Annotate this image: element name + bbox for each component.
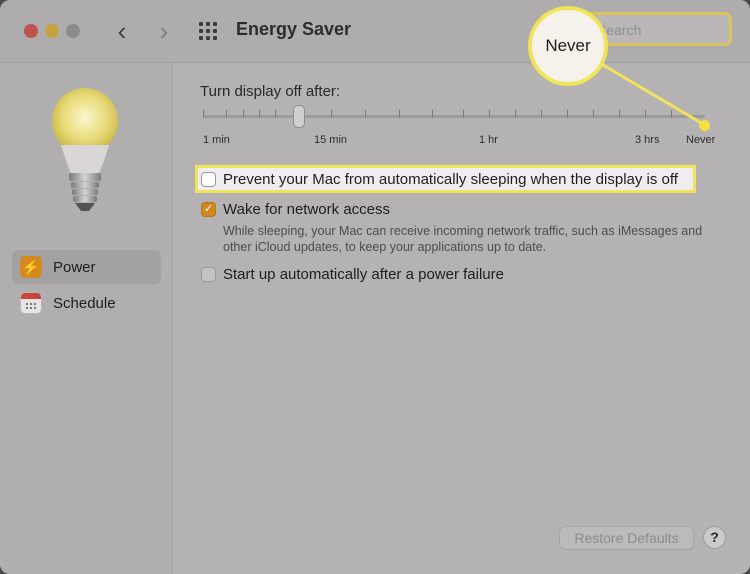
tick-label-1-hr: 1 hr [479, 134, 498, 146]
help-button[interactable]: ? [703, 526, 726, 549]
prevent-sleep-option[interactable]: Prevent your Mac from automatically slee… [201, 171, 678, 188]
slider-knob[interactable] [293, 105, 305, 128]
energy-saver-window: ‹ › Energy Saver Never [0, 0, 750, 574]
slider-tick [331, 110, 332, 118]
tick-label-15-min: 15 min [314, 134, 348, 146]
zoom-window-button[interactable] [66, 24, 80, 38]
slider-tick [432, 110, 433, 118]
prevent-sleep-label: Prevent your Mac from automatically slee… [223, 171, 678, 188]
slider-tick [515, 110, 516, 118]
slider-tick [259, 110, 260, 118]
slider-tick [645, 110, 646, 118]
slider-tick [203, 110, 204, 118]
wake-network-option[interactable]: ✓ Wake for network access [201, 201, 390, 218]
power-failure-checkbox[interactable] [201, 267, 216, 282]
slider-tick [567, 110, 568, 118]
main-pane: Turn display off after: 1 min 15 min 1 h… [173, 63, 750, 574]
display-sleep-slider[interactable] [203, 115, 705, 118]
slider-tick [365, 110, 366, 118]
bolt-icon: ⚡ [20, 256, 42, 278]
sidebar-item-schedule[interactable]: Schedule [12, 286, 161, 320]
slider-tick [243, 110, 244, 118]
tick-label-1-min: 1 min [203, 134, 230, 146]
restore-defaults-button[interactable]: Restore Defaults [559, 526, 694, 550]
never-position-marker [699, 120, 710, 131]
callout-never-annotation: Never [528, 6, 608, 86]
wake-network-description: While sleeping, your Mac can receive inc… [223, 224, 703, 254]
sidebar-item-power[interactable]: ⚡ Power [12, 250, 161, 284]
slider-tick [541, 110, 542, 118]
tick-label-never: Never [686, 134, 716, 146]
sidebar-item-label: Schedule [53, 294, 116, 312]
window-title: Energy Saver [236, 19, 352, 39]
lightbulb-icon [52, 88, 118, 211]
slider-tick [489, 110, 490, 118]
tick-label-3-hrs: 3 hrs [635, 134, 660, 146]
back-chevron-icon[interactable]: ‹ [110, 17, 134, 45]
slider-tick [593, 110, 594, 118]
slider-tick [671, 110, 672, 118]
sidebar: ⚡ Power Schedule [0, 63, 173, 574]
slider-tick [275, 110, 276, 118]
power-failure-option[interactable]: Start up automatically after a power fai… [201, 266, 504, 283]
minimize-window-button[interactable] [45, 24, 59, 38]
prevent-sleep-checkbox[interactable] [201, 172, 216, 187]
slider-tick [399, 110, 400, 118]
wake-network-label: Wake for network access [223, 201, 390, 218]
search-input[interactable] [595, 21, 719, 39]
title-bar: ‹ › Energy Saver [0, 0, 750, 63]
slider-tick [463, 110, 464, 118]
sidebar-item-label: Power [53, 258, 96, 276]
close-window-button[interactable] [24, 24, 38, 38]
slider-tick [226, 110, 227, 118]
power-failure-label: Start up automatically after a power fai… [223, 266, 504, 283]
calendar-icon [20, 292, 42, 314]
display-off-label: Turn display off after: [200, 83, 341, 100]
slider-tick [619, 110, 620, 118]
wake-network-checkbox[interactable]: ✓ [201, 202, 216, 217]
forward-chevron-icon[interactable]: › [152, 17, 176, 45]
show-all-grid-icon[interactable] [199, 22, 219, 40]
